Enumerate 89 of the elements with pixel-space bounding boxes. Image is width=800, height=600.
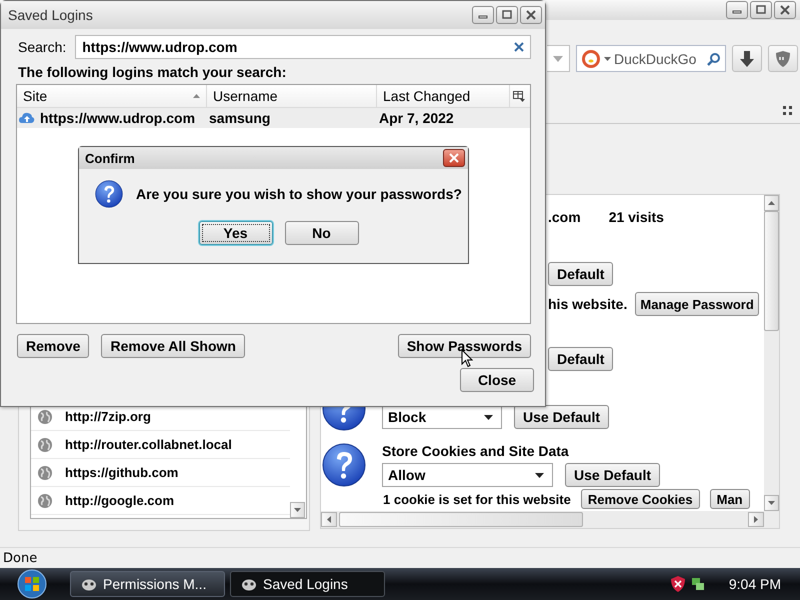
close-icon: [526, 10, 536, 20]
scroll-right-button[interactable]: [748, 512, 764, 527]
question-icon: [95, 180, 123, 208]
cookie-button[interactable]: Remove Cookies: [580, 489, 700, 509]
network-icon[interactable]: [690, 576, 705, 592]
shield-icon: [775, 50, 791, 68]
app-icon: [241, 577, 257, 591]
scroll-down-button[interactable]: [290, 502, 305, 518]
remove-button[interactable]: Remove: [17, 334, 90, 358]
down-arrow-icon: [294, 508, 301, 512]
close-button[interactable]: [774, 1, 796, 19]
maximize-button[interactable]: [496, 6, 518, 24]
cookie-text: 1 cookie is set for this website: [383, 492, 571, 506]
caret-icon[interactable]: [604, 56, 611, 60]
dialog-title: Confirm: [85, 150, 135, 166]
clock: 9:04 PM: [728, 576, 781, 592]
close-icon: [449, 153, 459, 163]
close-button[interactable]: Close: [460, 368, 534, 392]
globe-icon: [37, 464, 53, 480]
globe-icon: [37, 408, 53, 424]
site-name: .com: [548, 209, 581, 225]
status-text: Done: [3, 550, 38, 566]
dropdown-arrow-icon: [484, 414, 493, 420]
site-list-item[interactable]: http://router.collabnet.local: [31, 431, 290, 459]
shield-button[interactable]: [768, 45, 798, 72]
taskbar-button[interactable]: Saved Logins: [230, 571, 385, 597]
minimize-button[interactable]: [472, 6, 494, 24]
scrollbar-thumb[interactable]: [764, 211, 779, 331]
minimize-button[interactable]: [726, 1, 748, 19]
down-arrow-icon: [768, 501, 775, 505]
dialog-button[interactable]: Yes: [198, 221, 272, 245]
scrollbar-thumb[interactable]: [339, 512, 583, 527]
left-arrow-icon: [327, 516, 331, 523]
search-label: Search:: [18, 39, 66, 55]
default-button[interactable]: Default: [548, 347, 614, 371]
visit-count: 21 visits: [608, 209, 664, 225]
search-field[interactable]: https://www.udrop.com: [75, 35, 531, 59]
maximize-icon: [502, 10, 512, 20]
cookie-button[interactable]: Man: [710, 489, 750, 509]
column-header[interactable]: Site: [17, 85, 207, 107]
sort-icon: [193, 94, 200, 98]
remove-all-button[interactable]: Remove All Shown: [101, 334, 245, 358]
download-button[interactable]: [732, 45, 762, 72]
right-arrow-icon: [754, 516, 758, 523]
clear-icon[interactable]: [514, 42, 524, 52]
close-button[interactable]: [520, 6, 542, 24]
permission-dropdown[interactable]: Block: [382, 405, 502, 429]
search-icon[interactable]: [707, 52, 721, 66]
close-button[interactable]: [443, 149, 465, 167]
duck-icon: [581, 48, 601, 68]
globe-icon: [37, 492, 53, 508]
permission-title: Store Cookies and Site Data: [382, 443, 570, 459]
site-list-item[interactable]: http://google.com: [31, 487, 290, 515]
use-default-button[interactable]: Use Default: [565, 463, 660, 487]
manage-password-button[interactable]: Manage Password: [635, 292, 759, 316]
download-icon: [740, 50, 754, 66]
dialog-button[interactable]: No: [284, 221, 358, 245]
scroll-up-button[interactable]: [764, 195, 779, 211]
dropdown-arrow-icon: [535, 472, 544, 478]
column-header[interactable]: Last Changed: [377, 85, 510, 107]
table-cell-text: Apr 7, 2022: [378, 110, 455, 126]
cloud-icon: [19, 111, 35, 125]
scroll-down-button[interactable]: [764, 495, 779, 511]
dropdown-arrow-icon: [553, 56, 563, 62]
column-picker-icon[interactable]: [513, 90, 525, 102]
use-default-button[interactable]: Use Default: [514, 405, 610, 429]
close-icon: [780, 5, 790, 15]
permission-text: his website.: [548, 296, 628, 312]
column-header[interactable]: Username: [207, 85, 377, 107]
taskbar-button[interactable]: Permissions M...: [70, 571, 225, 597]
table-cell: https://www.udrop.com: [40, 110, 196, 126]
maximize-button[interactable]: [750, 1, 772, 19]
permission-dropdown[interactable]: Allow: [382, 463, 553, 487]
grip-icon: [783, 106, 792, 115]
app-icon: [81, 577, 97, 591]
scroll-left-button[interactable]: [321, 512, 337, 527]
site-list-item[interactable]: https://github.com: [31, 459, 290, 487]
up-arrow-icon: [768, 201, 775, 205]
start-button[interactable]: [15, 569, 49, 599]
window-title: Saved Logins: [8, 7, 93, 23]
search-field[interactable]: DuckDuckGo: [576, 45, 726, 72]
shield-icon[interactable]: [670, 576, 685, 592]
maximize-icon: [756, 5, 766, 15]
globe-icon: [37, 436, 53, 452]
confirm-message: Are you sure you wish to show your passwords?: [136, 186, 462, 202]
hint-text: The following logins match your search:: [18, 64, 288, 80]
show-passwords-button[interactable]: Show Passwords: [398, 334, 531, 358]
default-button[interactable]: Default: [548, 262, 614, 286]
table-cell-text: samsung: [208, 110, 272, 126]
